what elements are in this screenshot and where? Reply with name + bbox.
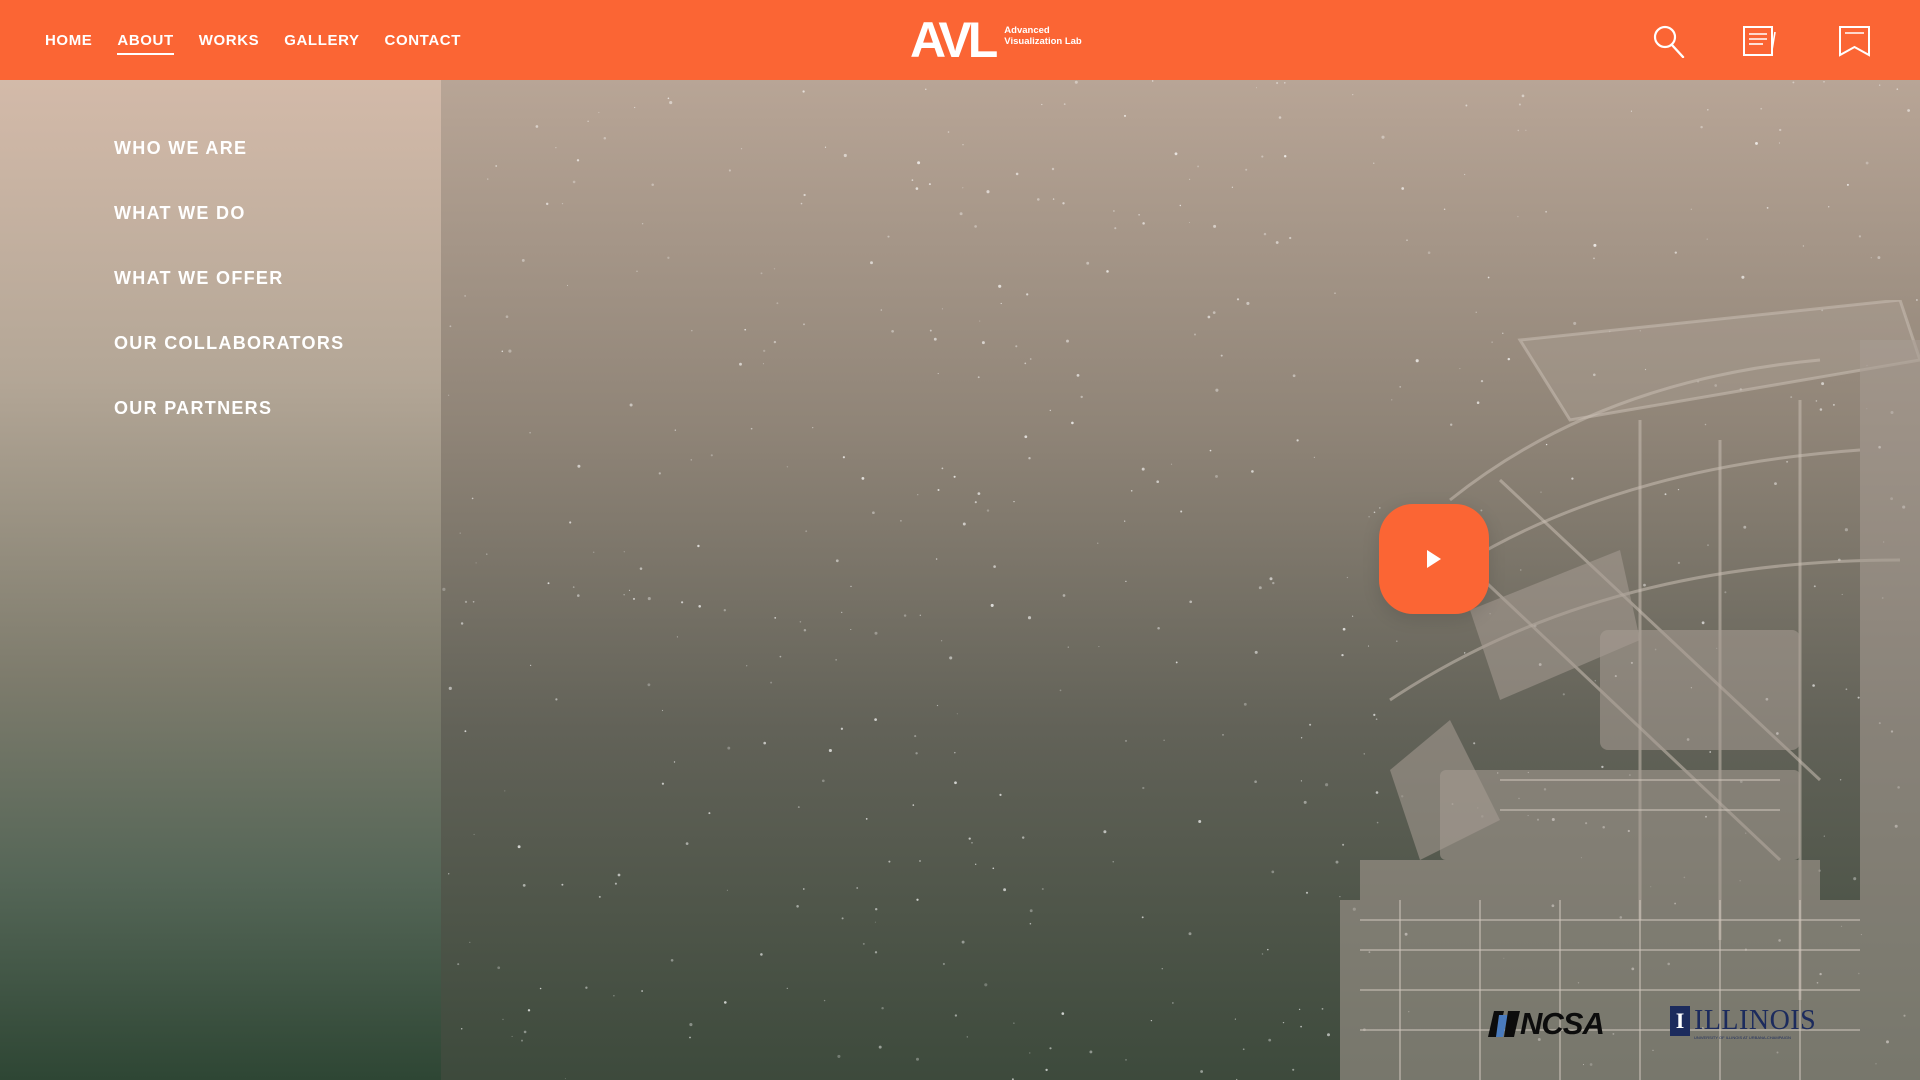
submenu-our-collaborators[interactable]: OUR COLLABORATORS bbox=[114, 323, 344, 388]
illinois-text: ILLINOIS bbox=[1694, 1005, 1817, 1036]
ncsa-logo[interactable]: NCSA bbox=[1488, 1006, 1605, 1042]
about-submenu: WHO WE ARE WHAT WE DO WHAT WE OFFER OUR … bbox=[0, 80, 441, 1080]
nav-works[interactable]: WORKS bbox=[199, 24, 260, 57]
logo-line-2: Visualization Lab bbox=[1004, 36, 1082, 47]
logo-mark: AVL bbox=[910, 12, 998, 68]
submenu-what-we-do[interactable]: WHAT WE DO bbox=[114, 193, 344, 258]
main-nav: HOME ABOUT WORKS GALLERY CONTACT bbox=[45, 0, 461, 80]
notes-icon[interactable] bbox=[1743, 24, 1777, 58]
submenu-who-we-are[interactable]: WHO WE ARE bbox=[114, 128, 344, 193]
nav-gallery[interactable]: GALLERY bbox=[284, 24, 359, 57]
top-header: HOME ABOUT WORKS GALLERY CONTACT AVL Adv… bbox=[0, 0, 1920, 80]
play-video-button[interactable] bbox=[1379, 504, 1489, 614]
bookmark-icon[interactable] bbox=[1838, 24, 1872, 58]
logo-text: Advanced Visualization Lab bbox=[1004, 25, 1081, 47]
telescope-image bbox=[1340, 300, 1920, 1080]
submenu-what-we-offer[interactable]: WHAT WE OFFER bbox=[114, 258, 344, 323]
ncsa-text: NCSA bbox=[1520, 1006, 1605, 1041]
search-icon[interactable] bbox=[1652, 24, 1686, 59]
submenu-our-partners[interactable]: OUR PARTNERS bbox=[114, 388, 344, 453]
nav-home[interactable]: HOME bbox=[45, 24, 92, 57]
nav-about[interactable]: ABOUT bbox=[117, 24, 175, 57]
nav-contact[interactable]: CONTACT bbox=[385, 24, 461, 57]
illinois-subtext: UNIVERSITY OF ILLINOIS AT URBANA-CHAMPAI… bbox=[1694, 1035, 1791, 1040]
avl-logo[interactable]: AVL Advanced Visualization Lab bbox=[910, 12, 1082, 68]
play-icon bbox=[1427, 550, 1441, 568]
illinois-logo[interactable]: I ILLINOIS UNIVERSITY OF ILLINOIS AT URB… bbox=[1670, 1005, 1817, 1040]
ncsa-mark-icon bbox=[1488, 1011, 1520, 1037]
illinois-i-mark: I bbox=[1670, 1006, 1690, 1036]
logo-line-1: Advanced bbox=[1004, 25, 1050, 36]
about-submenu-list: WHO WE ARE WHAT WE DO WHAT WE OFFER OUR … bbox=[114, 128, 344, 453]
